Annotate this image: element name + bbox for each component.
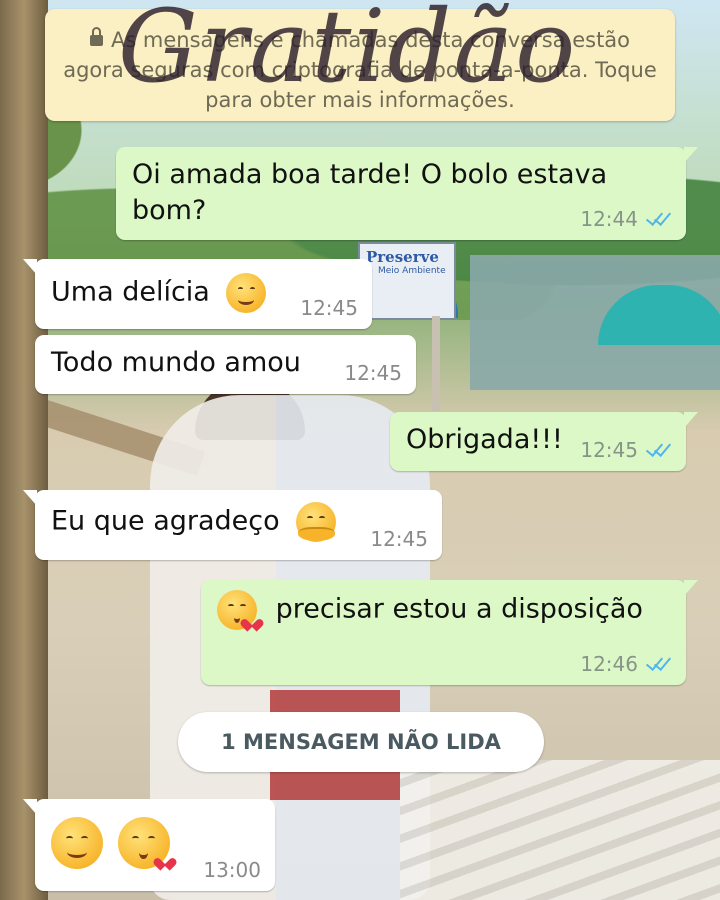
message-meta: 13:00	[203, 858, 261, 882]
message-meta: 12:45	[580, 438, 672, 462]
sign-title: Preserve	[366, 248, 439, 266]
message-time: 12:45	[300, 296, 358, 320]
message-text: Eu que agradeço	[51, 505, 280, 537]
message-meta: 12:44	[580, 207, 672, 231]
message-bubble-incoming[interactable]: Todo mundo amou 12:45	[35, 335, 416, 394]
lock-icon	[89, 27, 103, 46]
sign-subtitle: Meio Ambiente	[378, 266, 446, 276]
read-receipt-icon	[645, 438, 672, 458]
message-content: precisar estou a disposição	[217, 590, 643, 630]
palm-trunk	[0, 0, 48, 900]
kissing-heart-emoji-icon	[217, 590, 257, 630]
message-time: 12:46	[580, 652, 638, 676]
message-time: 13:00	[203, 858, 261, 882]
message-meta: 12:45	[344, 361, 402, 385]
message-text: precisar estou a disposição	[275, 593, 643, 625]
message-bubble-outgoing[interactable]: Oi amada boa tarde! O bolo estava bom? 1…	[116, 147, 698, 240]
message-content: Uma delícia	[51, 273, 267, 313]
message-bubble-outgoing[interactable]: Obrigada!!! 12:45	[390, 412, 698, 471]
message-meta: 12:45	[300, 296, 358, 320]
unread-messages-divider: 1 MENSAGEM NÃO LIDA	[178, 712, 544, 772]
message-text: Oi amada boa tarde! O bolo estava bom?	[132, 159, 608, 226]
read-receipt-icon	[645, 652, 672, 672]
message-meta: 12:46	[580, 652, 672, 676]
relieved-face-emoji-icon	[51, 817, 103, 869]
message-bubble-incoming[interactable]: 13:00	[23, 799, 275, 891]
message-bubble-outgoing[interactable]: precisar estou a disposição 12:46	[201, 580, 698, 685]
message-meta: 12:45	[370, 527, 428, 551]
message-content: Eu que agradeço	[51, 502, 337, 542]
message-bubble-incoming[interactable]: Eu que agradeço 12:45	[23, 490, 442, 560]
kissing-heart-emoji-icon	[117, 817, 170, 869]
hugging-face-emoji-icon	[296, 502, 337, 542]
read-receipt-icon	[645, 207, 672, 227]
preserve-sign: Preserve Meio Ambiente	[358, 242, 456, 320]
message-bubble-incoming[interactable]: Uma delícia 12:45	[23, 259, 372, 329]
message-text: Uma delícia	[51, 276, 210, 308]
savoring-food-emoji-icon	[226, 273, 267, 313]
message-text: Obrigada!!!	[406, 424, 563, 455]
beach-chair	[400, 760, 720, 900]
message-time: 12:45	[370, 527, 428, 551]
gratidao-overlay-text: Gratidão	[118, 0, 578, 105]
message-time: 12:45	[580, 438, 638, 462]
message-text: Todo mundo amou	[51, 347, 301, 378]
sign-pole	[432, 316, 440, 411]
message-time: 12:44	[580, 207, 638, 231]
message-time: 12:45	[344, 361, 402, 385]
message-content	[51, 817, 170, 869]
